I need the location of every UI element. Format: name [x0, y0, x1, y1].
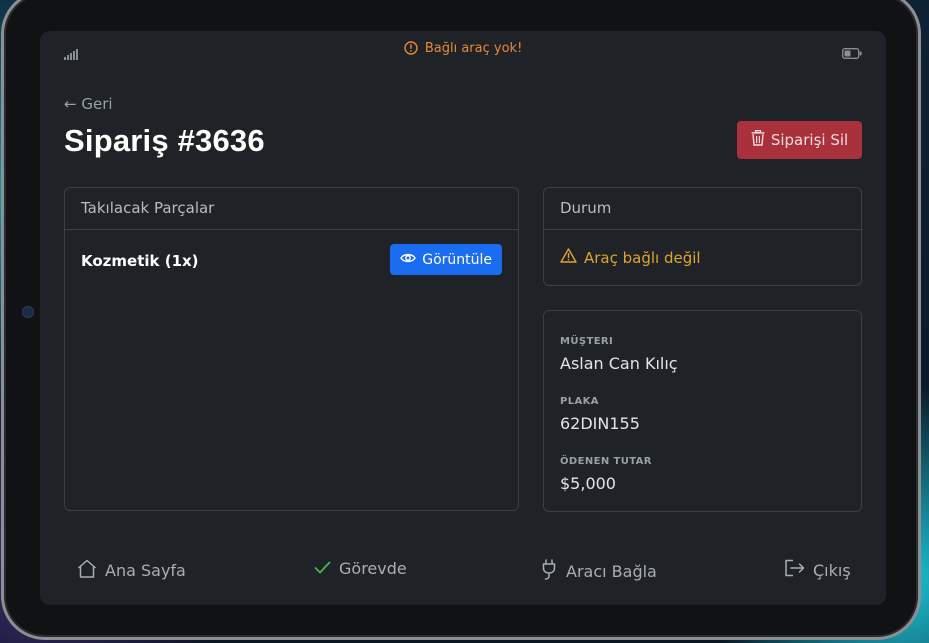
status-card-title: Durum: [544, 188, 861, 230]
part-name: Kozmetik (1x): [81, 251, 199, 270]
logout-icon: [784, 559, 805, 581]
nav-connect-vehicle-label: Aracı Bağla: [566, 562, 657, 581]
nav-home-label: Ana Sayfa: [105, 561, 186, 580]
view-button-label: Görüntüle: [422, 251, 492, 268]
back-link[interactable]: ← Geri: [64, 95, 113, 113]
battery-icon: [842, 44, 862, 63]
bottom-nav: Ana Sayfa Görevde Aracı Bağla Çıkış: [40, 551, 886, 591]
camera-dot: [22, 306, 34, 318]
parts-card-title: Takılacak Parçalar: [65, 188, 518, 230]
vehicle-status-text: Araç bağlı değil: [584, 248, 701, 267]
nav-logout[interactable]: Çıkış: [784, 559, 851, 581]
customer-label: MÜŞTERI: [560, 336, 614, 347]
app-screen: Bağlı araç yok! ← Geri Sipariş #3636 Sip…: [40, 31, 886, 605]
vehicle-status: Araç bağlı değil: [560, 248, 701, 267]
check-icon: [314, 559, 331, 578]
nav-on-duty[interactable]: Görevde: [314, 559, 407, 578]
home-icon: [77, 559, 97, 582]
nav-logout-label: Çıkış: [813, 560, 851, 580]
list-item: Kozmetik (1x) Görüntüle: [81, 244, 502, 276]
plate-value: 62DIN155: [560, 414, 640, 433]
nav-on-duty-label: Görevde: [339, 559, 407, 578]
eye-icon: [400, 252, 417, 268]
plate-label: PLAKA: [560, 396, 599, 407]
delete-order-label: Siparişi Sil: [770, 131, 849, 149]
connection-status: Bağlı araç yok!: [40, 41, 886, 56]
parts-card: Takılacak Parçalar Kozmetik (1x) Görüntü…: [64, 187, 519, 511]
page-title: Sipariş #3636: [64, 123, 265, 158]
trash-icon: [751, 129, 765, 150]
nav-connect-vehicle[interactable]: Aracı Bağla: [540, 559, 657, 584]
view-button[interactable]: Görüntüle: [390, 244, 502, 275]
nav-home[interactable]: Ana Sayfa: [77, 559, 186, 582]
paid-amount-value: $5,000: [560, 474, 616, 493]
warning-circle-icon: [404, 41, 425, 56]
customer-info-card: MÜŞTERI Aslan Can Kılıç PLAKA 62DIN155 Ö…: [543, 310, 862, 512]
status-message: Bağlı araç yok!: [424, 41, 523, 56]
plug-icon: [540, 559, 558, 584]
delete-order-button[interactable]: Siparişi Sil: [737, 121, 862, 159]
warning-triangle-icon: [560, 248, 577, 267]
customer-value: Aslan Can Kılıç: [560, 354, 678, 373]
paid-amount-label: ÖDENEN TUTAR: [560, 456, 652, 467]
status-bar: Bağlı araç yok!: [40, 31, 886, 71]
status-card: Durum Araç bağlı değil: [543, 187, 862, 286]
